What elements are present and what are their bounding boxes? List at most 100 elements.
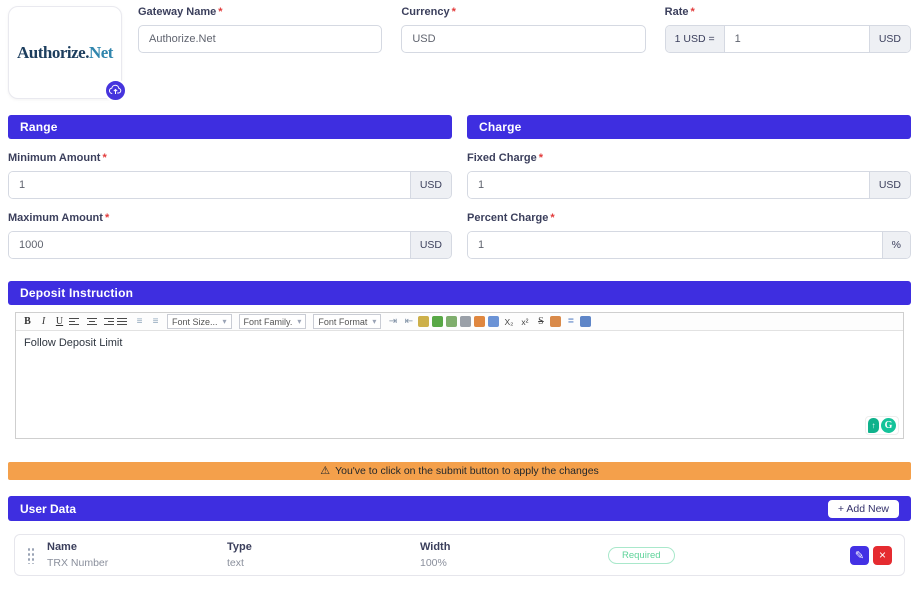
outdent-icon[interactable]: ⇤	[402, 315, 415, 328]
drag-handle-icon[interactable]	[27, 547, 34, 564]
unlink-icon[interactable]	[460, 316, 471, 327]
editor-toolbar: BIU ≡≡ Font Size...▾ Font Family.▾ Font Form…	[16, 313, 903, 331]
gateway-top-row: Authorize.Net Gateway Name* Currency* Ra…	[8, 6, 911, 99]
source-icon[interactable]	[580, 316, 591, 327]
maximum-amount-label-text: Maximum Amount	[8, 212, 103, 224]
fixed-charge-label: Fixed Charge*	[467, 152, 911, 164]
unordered-list-icon[interactable]: ≡	[149, 315, 162, 328]
pencil-icon: ✎	[855, 549, 864, 562]
rate-label: Rate*	[665, 6, 911, 18]
edit-button[interactable]: ✎	[850, 546, 869, 565]
type-cell: Type text	[227, 541, 420, 569]
bold-icon[interactable]: B	[21, 315, 34, 328]
user-data-section: User Data + Add New Name TRX Number Type…	[8, 496, 911, 576]
hr-icon[interactable]: =	[564, 315, 577, 328]
required-asterisk: *	[550, 212, 554, 224]
range-section: Range Minimum Amount* USD Maximum Amount…	[8, 115, 452, 259]
logo-text-primary: Authorize.	[17, 43, 89, 62]
align-left-icon[interactable]	[69, 315, 82, 328]
user-data-row: Name TRX Number Type text Width 100% Req…	[14, 534, 905, 576]
fixed-charge-input[interactable]	[468, 172, 869, 198]
currency-input[interactable]	[401, 25, 645, 53]
grammarly-widget: ↑ G	[865, 416, 899, 435]
maximum-amount-suffix: USD	[410, 232, 451, 258]
gateway-name-label: Gateway Name*	[138, 6, 382, 18]
rate-field: Rate* 1 USD = USD	[665, 6, 911, 53]
italic-icon[interactable]: I	[37, 315, 50, 328]
minimum-amount-group: USD	[8, 171, 452, 199]
gateway-edit-page: Authorize.Net Gateway Name* Currency* Ra…	[0, 0, 919, 582]
deposit-instruction-header: Deposit Instruction	[8, 281, 911, 305]
image-icon[interactable]	[418, 316, 429, 327]
width-column-header: Width	[420, 541, 608, 553]
rate-label-text: Rate	[665, 6, 689, 18]
superscript-icon[interactable]: x²	[518, 315, 531, 328]
maximum-amount-input[interactable]	[9, 232, 410, 258]
percent-charge-label-text: Percent Charge	[467, 212, 548, 224]
required-asterisk: *	[691, 6, 695, 18]
warning-icon: ⚠	[320, 466, 330, 477]
underline-icon[interactable]: U	[53, 315, 66, 328]
required-asterisk: *	[452, 6, 456, 18]
deposit-instruction-section: Deposit Instruction BIU ≡≡ Font Size...▾ Fo…	[8, 281, 911, 439]
logo-text-secondary: Net	[89, 43, 113, 62]
minimum-amount-label: Minimum Amount*	[8, 152, 452, 164]
warning-text: You've to click on the submit button to …	[335, 465, 599, 477]
delete-button[interactable]: ×	[873, 546, 892, 565]
ordered-list-icon[interactable]: ≡	[133, 315, 146, 328]
font-family-select[interactable]: Font Family.▾	[239, 314, 307, 329]
percent-charge-input[interactable]	[468, 232, 882, 258]
range-section-header: Range	[8, 115, 452, 139]
align-right-icon[interactable]	[101, 315, 114, 328]
rate-input[interactable]	[725, 26, 869, 52]
gateway-name-input[interactable]	[138, 25, 382, 53]
badge-zone: Required	[608, 547, 850, 564]
width-value: 100%	[420, 557, 608, 569]
add-new-button[interactable]: + Add New	[828, 500, 899, 518]
strikethrough-icon[interactable]: S	[534, 315, 547, 328]
row-actions: ✎ ×	[850, 546, 892, 565]
percent-charge-suffix: %	[882, 232, 910, 258]
gateway-name-field: Gateway Name*	[138, 6, 382, 53]
charge-section: Charge Fixed Charge* USD Percent Charge*…	[467, 115, 911, 259]
gateway-logo-card: Authorize.Net	[8, 6, 122, 99]
gateway-fields: Gateway Name* Currency* Rate* 1 USD = US…	[138, 6, 911, 53]
name-cell: Name TRX Number	[47, 541, 227, 569]
forecolor-icon[interactable]	[474, 316, 485, 327]
indent-icon[interactable]: ⇥	[386, 315, 399, 328]
required-badge: Required	[608, 547, 675, 564]
editor-content[interactable]: Follow Deposit Limit ↑ G	[16, 331, 903, 438]
charge-section-header: Charge	[467, 115, 911, 139]
removeformat-icon[interactable]	[550, 316, 561, 327]
width-cell: Width 100%	[420, 541, 608, 569]
currency-label-text: Currency	[401, 6, 449, 18]
required-asterisk: *	[105, 212, 109, 224]
rate-input-group: 1 USD = USD	[665, 25, 911, 53]
upload-image-icon[interactable]	[432, 316, 443, 327]
editor-content-text: Follow Deposit Limit	[24, 337, 122, 349]
align-justify-icon[interactable]	[117, 315, 130, 328]
gateway-logo: Authorize.Net	[17, 43, 113, 63]
rich-text-editor: BIU ≡≡ Font Size...▾ Font Family.▾ Font Form…	[15, 312, 904, 439]
cloud-upload-icon	[109, 83, 122, 98]
upload-logo-button[interactable]	[104, 79, 127, 102]
currency-label: Currency*	[401, 6, 645, 18]
range-charge-row: Range Minimum Amount* USD Maximum Amount…	[8, 115, 911, 259]
required-asterisk: *	[539, 152, 543, 164]
maximum-amount-label: Maximum Amount*	[8, 212, 452, 224]
link-icon[interactable]	[446, 316, 457, 327]
font-size-select[interactable]: Font Size...▾	[167, 314, 232, 329]
required-asterisk: *	[218, 6, 222, 18]
minimum-amount-input[interactable]	[9, 172, 410, 198]
align-center-icon[interactable]	[85, 315, 98, 328]
font-format-select[interactable]: Font Format▾	[313, 314, 381, 329]
grammarly-pin-icon[interactable]: ↑	[868, 418, 879, 433]
subscript-icon[interactable]: X₂	[502, 315, 515, 328]
user-data-title: User Data	[20, 502, 76, 516]
name-column-header: Name	[47, 541, 227, 553]
minimum-amount-label-text: Minimum Amount	[8, 152, 100, 164]
user-data-header: User Data + Add New	[8, 496, 911, 521]
bgcolor-icon[interactable]	[488, 316, 499, 327]
percent-charge-group: %	[467, 231, 911, 259]
grammarly-icon[interactable]: G	[881, 418, 896, 433]
